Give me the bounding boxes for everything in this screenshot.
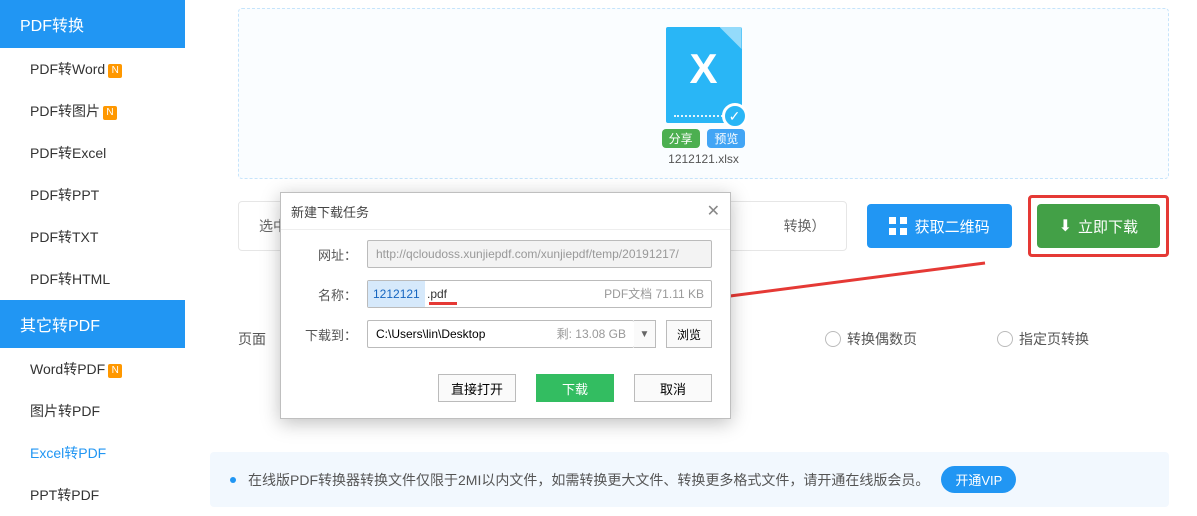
sidebar-item-word-to-pdf[interactable]: Word转PDFN — [0, 348, 185, 390]
name-label: 名称： — [299, 285, 357, 304]
sidebar-item-pdf-to-html[interactable]: PDF转HTML — [0, 258, 185, 300]
close-icon[interactable]: ✕ — [707, 201, 720, 221]
hot-icon: N — [108, 364, 122, 378]
sidebar-item-excel-to-pdf[interactable]: Excel转PDF — [0, 432, 185, 474]
preview-badge[interactable]: 预览 — [707, 129, 745, 148]
sidebar: PDF转换 PDF转WordN PDF转图片N PDF转Excel PDF转PP… — [0, 0, 185, 516]
options-label: 页面 — [238, 329, 266, 349]
vip-message: 在线版PDF转换器转换文件仅限于2MI以内文件，如需转换更大文件、转换更多格式文… — [248, 470, 929, 490]
file-info-text: PDF文档 71.11 KB — [604, 280, 704, 308]
radio-icon — [825, 331, 841, 347]
share-badge[interactable]: 分享 — [662, 129, 700, 148]
url-input — [367, 240, 712, 268]
free-space-text: 剩: 13.08 GB — [557, 320, 626, 348]
cancel-button[interactable]: 取消 — [634, 374, 712, 402]
sidebar-item-pdf-to-txt[interactable]: PDF转TXT — [0, 216, 185, 258]
download-now-button[interactable]: ⬇ 立即下载 — [1037, 204, 1160, 248]
sidebar-item-ppt-to-pdf[interactable]: PPT转PDF — [0, 474, 185, 516]
radio-icon — [997, 331, 1013, 347]
radio-even-pages[interactable]: 转换偶数页 — [825, 329, 917, 349]
dialog-title: 新建下载任务 — [291, 202, 369, 221]
uploaded-filename: 1212121.xlsx — [239, 152, 1168, 166]
excel-x-icon: X — [689, 45, 717, 93]
url-label: 网址： — [299, 245, 357, 264]
get-qrcode-button[interactable]: 获取二维码 — [867, 204, 1012, 248]
vip-notice-bar: 在线版PDF转换器转换文件仅限于2MI以内文件，如需转换更大文件、转换更多格式文… — [210, 452, 1169, 507]
upload-panel: X ✓ 分享 预览 1212121.xlsx — [238, 8, 1169, 179]
download-button[interactable]: 下载 — [536, 374, 614, 402]
sidebar-item-pdf-to-ppt[interactable]: PDF转PPT — [0, 174, 185, 216]
sidebar-header-other-to-pdf: 其它转PDF — [0, 300, 185, 348]
sidebar-item-image-to-pdf[interactable]: 图片转PDF — [0, 390, 185, 432]
sidebar-header-pdf-convert: PDF转换 — [0, 0, 185, 48]
download-highlight-box: ⬇ 立即下载 — [1028, 195, 1169, 257]
filename-selected-text: 1212121 — [368, 281, 425, 307]
open-directly-button[interactable]: 直接打开 — [438, 374, 516, 402]
browse-button[interactable]: 浏览 — [666, 320, 712, 348]
download-icon: ⬇ — [1059, 216, 1072, 236]
hot-icon: N — [103, 106, 117, 120]
check-icon: ✓ — [722, 103, 748, 129]
qrcode-icon — [889, 217, 907, 235]
radio-page-range[interactable]: 指定页转换 — [997, 329, 1089, 349]
download-task-dialog: 新建下载任务 ✕ 网址： 名称： 1212121 .pdf PDF文档 71.1… — [280, 192, 731, 419]
hot-icon: N — [108, 64, 122, 78]
destination-dropdown-button[interactable]: ▼ — [634, 320, 656, 348]
file-thumbnail[interactable]: X ✓ — [666, 27, 742, 123]
sidebar-item-pdf-to-excel[interactable]: PDF转Excel — [0, 132, 185, 174]
bullet-icon — [230, 477, 236, 483]
dest-label: 下载到： — [299, 325, 357, 344]
sidebar-item-pdf-to-word[interactable]: PDF转WordN — [0, 48, 185, 90]
enable-vip-button[interactable]: 开通VIP — [941, 466, 1016, 493]
annotation-underline — [429, 302, 457, 305]
sidebar-item-pdf-to-image[interactable]: PDF转图片N — [0, 90, 185, 132]
